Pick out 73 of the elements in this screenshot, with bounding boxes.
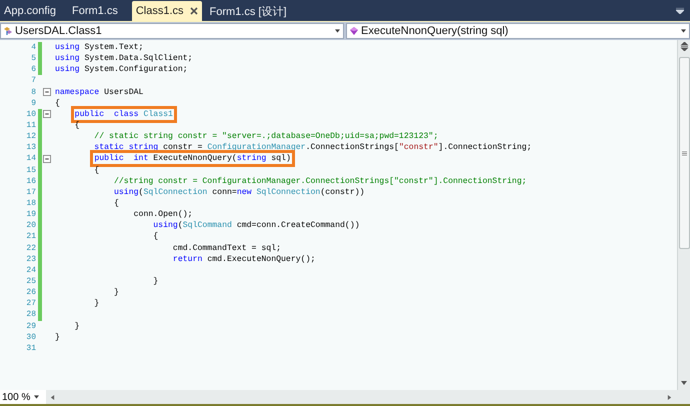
line-number: 7 (30, 75, 37, 87)
code-line: conn.Open(); (132, 209, 193, 220)
line-number: 20 (25, 220, 37, 232)
code-line: using System.Configuration; (54, 64, 188, 76)
line-number: 28 (25, 309, 37, 321)
collapse-icon[interactable] (43, 88, 51, 96)
caret-icon (681, 29, 686, 33)
zoom-combo[interactable]: 100 % (0, 390, 46, 404)
code-line: { (112, 198, 119, 210)
vertical-scrollbar[interactable] (677, 40, 690, 390)
caret-icon (335, 29, 340, 33)
collapse-icon[interactable] (43, 154, 51, 163)
caret-icon (34, 395, 40, 399)
code-line: } (93, 298, 100, 310)
line-number: 15 (25, 164, 37, 176)
code-line: using System.Data.SqlClient; (54, 53, 193, 64)
line-number: 21 (25, 231, 37, 243)
dropdown-field[interactable]: ExecuteNnonQuery(string sql) (346, 23, 690, 39)
line-number: 9 (30, 98, 37, 109)
close-icon[interactable] (190, 7, 198, 15)
code-line: using(SqlConnection conn=new SqlConnection(constr)) (112, 186, 365, 198)
scroll-left-icon[interactable] (50, 394, 55, 400)
line-number: 27 (25, 298, 37, 310)
code-line: { (152, 231, 158, 243)
line-number: 18 (25, 198, 37, 210)
code-line: cmd.CommandText = sql; (172, 242, 282, 254)
line-number: 19 (25, 209, 37, 220)
code-line: } (54, 332, 60, 343)
code-line: // static string constr = "server=.;database=OneDb;uid=sa;pwd=123123"; (93, 131, 438, 142)
scroll-right-icon[interactable] (667, 394, 672, 400)
tab[interactable]: Form1.cs (70, 1, 126, 21)
tab[interactable]: Form1.cs [设计] (208, 1, 295, 21)
scroll-down-icon[interactable] (680, 379, 688, 387)
dropdown-field[interactable]: UsersDAL.Class1 (0, 23, 344, 39)
line-number: 10 (25, 108, 37, 120)
line-number: 5 (30, 53, 37, 64)
line-number: 8 (30, 86, 37, 98)
line-number: 14 (25, 153, 37, 165)
code-line: { (54, 98, 60, 109)
line-number: 4 (30, 42, 37, 54)
line-number: 17 (25, 186, 37, 198)
line-number: 24 (25, 264, 37, 276)
line-number: 16 (25, 176, 37, 187)
code-line: namespace UsersDAL (54, 86, 144, 98)
dropdown-icon[interactable] (676, 8, 684, 14)
code-line: { (74, 120, 80, 132)
code-line: } (112, 287, 119, 298)
line-number: 6 (30, 64, 37, 76)
line-number: 12 (25, 131, 37, 142)
tab[interactable]: Class1.cs (132, 1, 202, 21)
code-line: static string constr = ConfigurationManager.ConnectionStrings["constr"].ConnectionString; (93, 142, 532, 154)
collapse-icon[interactable] (43, 110, 51, 118)
code-line: } (152, 276, 158, 288)
class-icon (3, 26, 13, 36)
line-number: 26 (25, 287, 37, 298)
line-number: 13 (25, 142, 37, 154)
code-line: return cmd.ExecuteNonQuery(); (172, 254, 316, 265)
tab[interactable]: App.config (2, 1, 64, 21)
line-number: 30 (25, 332, 37, 343)
code-line: using System.Text; (54, 42, 144, 54)
line-number: 11 (25, 120, 37, 132)
line-number: 23 (25, 254, 37, 265)
method-icon (349, 26, 359, 36)
code-line: } (74, 320, 80, 332)
line-number: 31 (25, 342, 37, 354)
code-line: //string constr = ConfigurationManager.ConnectionStrings["constr"].ConnectionString; (112, 176, 527, 187)
line-number: 25 (25, 276, 37, 288)
line-number: 22 (25, 242, 37, 254)
scroll-thumb[interactable] (678, 57, 690, 249)
line-number: 29 (25, 320, 37, 332)
code-line: using(SqlCommand cmd=conn.CreateCommand()) (152, 220, 360, 232)
code-line: { (93, 164, 100, 176)
splitter-icon[interactable] (680, 42, 688, 51)
